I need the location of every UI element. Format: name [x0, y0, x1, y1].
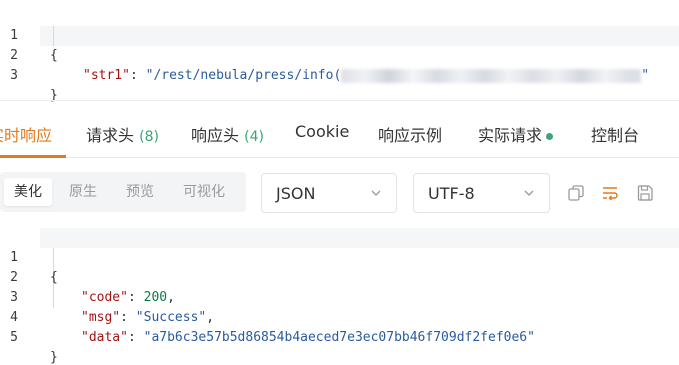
json-key: "data" [81, 330, 128, 345]
json-string-value: "a7b6c3e57b5d86854b4aeced7e3ec07bb46f709… [143, 330, 535, 345]
json-separator: : [120, 310, 136, 325]
json-brace: } [50, 88, 58, 103]
copy-icon[interactable] [567, 184, 585, 202]
json-entry: "msg": "Success", [81, 308, 214, 328]
view-mode-beautify[interactable]: 美化 [4, 178, 52, 206]
tab-realtime-response[interactable]: 实时响应 [0, 122, 52, 146]
line-number: 3 [10, 68, 18, 83]
tab-cookie[interactable]: Cookie [295, 122, 349, 141]
tab-count-badge: (4) [244, 129, 264, 145]
tab-label: 请求头 [86, 126, 135, 145]
chevron-down-icon [371, 190, 381, 196]
tab-count-badge: (8) [139, 129, 159, 145]
json-key: "msg" [81, 310, 121, 325]
code-line: 4 "data": "a7b6c3e57b5d86854b4aeced7e3ec… [0, 288, 535, 345]
encoding-select-value: UTF-8 [428, 184, 475, 203]
encoding-select[interactable]: UTF-8 [413, 173, 550, 213]
code-line: 2 "code": 200, [0, 248, 175, 305]
line-number: 5 [10, 330, 18, 345]
json-number-value: 200 [143, 290, 168, 305]
json-string-value: "/rest/nebula/press/info( [145, 68, 342, 83]
code-line: 2 "str1": "/rest/nebula/press/info(" [0, 26, 649, 83]
code-line: 1 { [0, 6, 58, 63]
tab-label: 实际请求 [478, 126, 543, 145]
tab-actual-request[interactable]: 实际请求 [478, 122, 554, 146]
chevron-down-icon [524, 190, 534, 196]
save-icon[interactable] [636, 184, 654, 202]
json-separator: : [127, 330, 144, 345]
code-line: 3 } [0, 46, 58, 103]
json-entry: "data": "a7b6c3e57b5d86854b4aeced7e3ec07… [81, 328, 535, 348]
tab-request-headers[interactable]: 请求头 (8) [86, 122, 159, 146]
json-comma: , [167, 290, 175, 305]
json-brace: { [50, 48, 58, 63]
code-line: 1 { [0, 228, 58, 285]
json-string-value: "Success" [135, 310, 207, 325]
code-line: 3 "msg": "Success", [0, 268, 214, 325]
json-entry: "code": 200, [81, 288, 175, 308]
code-line: 5 } [0, 308, 58, 365]
wrap-lines-icon[interactable] [601, 184, 619, 202]
json-entry: "str1": "/rest/nebula/press/info( " [83, 66, 649, 86]
format-select-value: JSON [276, 184, 316, 203]
view-mode-visualize[interactable]: 可视化 [173, 178, 235, 206]
json-key: "code" [81, 290, 128, 305]
indent-guide [53, 26, 54, 46]
json-brace: { [50, 270, 58, 285]
request-body-editor[interactable]: 1 { 2 "str1": "/rest/nebula/press/info("… [0, 6, 679, 103]
response-body-viewer[interactable]: 1 { 2 "code": 200, 3 "msg": "Success", 4… [0, 228, 679, 365]
json-key: "str1" [83, 68, 130, 83]
tab-label: 响应头 [191, 126, 240, 145]
json-brace: } [50, 350, 58, 365]
panel-divider [0, 100, 679, 101]
format-select[interactable]: JSON [261, 173, 397, 213]
view-mode-preview[interactable]: 预览 [116, 178, 164, 206]
view-mode-raw[interactable]: 原生 [59, 178, 107, 206]
response-tabs: 实时响应 请求头 (8) 响应头 (4) Cookie 响应示例 实际请求 控制… [0, 104, 679, 158]
tab-response-example[interactable]: 响应示例 [378, 122, 442, 146]
json-comma: , [206, 310, 215, 325]
tab-console[interactable]: 控制台 [591, 122, 639, 146]
active-line-highlight [40, 26, 679, 46]
status-dot-icon [546, 133, 554, 140]
redacted-blur [341, 68, 642, 83]
active-tab-indicator [0, 155, 66, 158]
tab-response-headers[interactable]: 响应头 (4) [191, 122, 264, 146]
view-mode-segmented-control: 美化 原生 预览 可视化 [0, 172, 246, 212]
json-separator: : [129, 68, 146, 83]
json-string-end: " [641, 68, 650, 83]
active-line-highlight [40, 228, 679, 248]
json-separator: : [127, 290, 144, 305]
